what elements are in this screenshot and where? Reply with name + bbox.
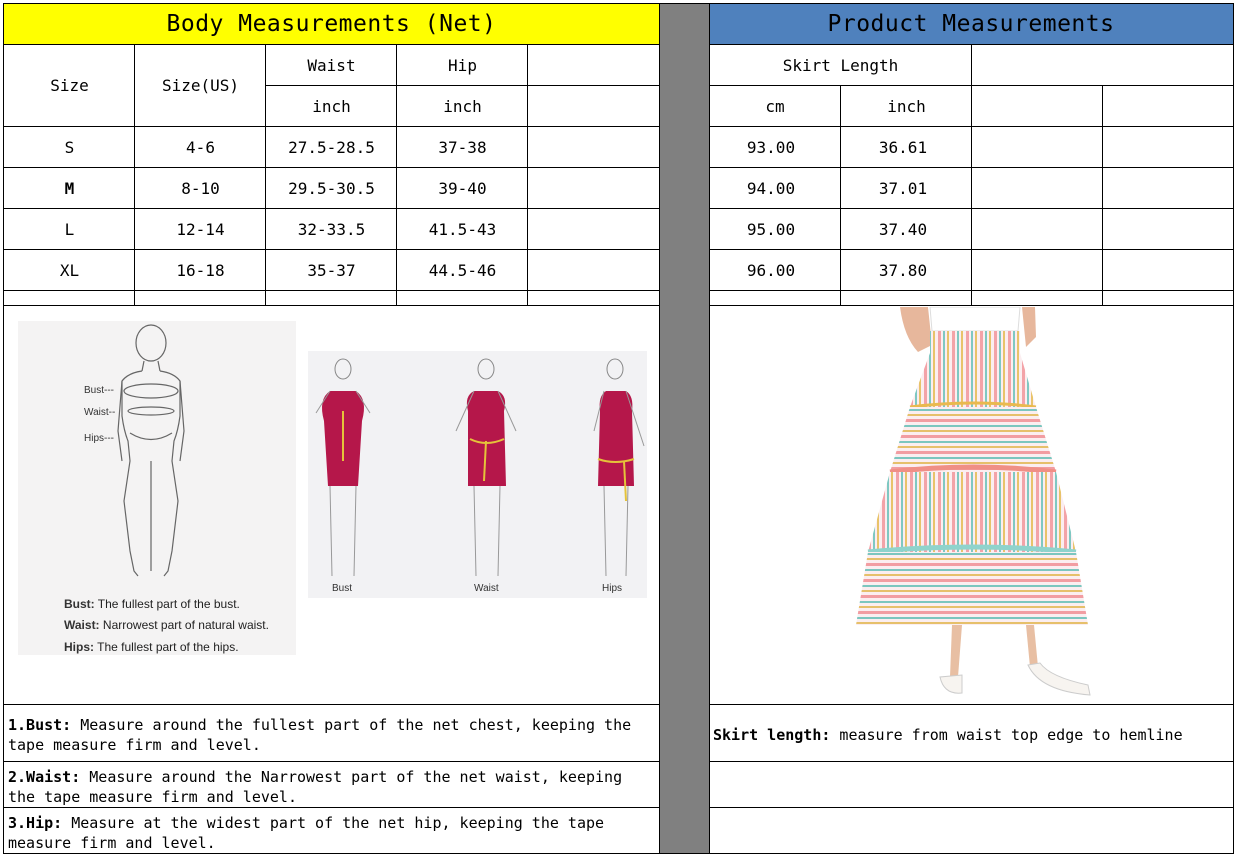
row-m-waist: 29.5-30.5: [288, 179, 375, 198]
row-l-inch: 37.40: [878, 220, 928, 239]
unit-hip: inch: [443, 96, 482, 116]
label-bust: Bust---: [84, 385, 114, 396]
note-skirt-length: Skirt length: measure from waist top edg…: [713, 726, 1183, 744]
cap-bust: Bust: The fullest part of the bust.: [64, 597, 240, 611]
label-waist: Waist--: [84, 407, 115, 418]
row-xl-size: XL: [59, 261, 80, 280]
row-xl-hip: 44.5-46: [428, 261, 497, 280]
cap-waist: Waist: Narrowest part of natural waist.: [64, 618, 269, 632]
col-size-header: Size: [50, 76, 89, 95]
divider-column: [659, 4, 709, 854]
row-xl-cm: 96.00: [746, 261, 796, 280]
row-m-size: M: [64, 179, 75, 198]
cap-hips: Hips: The fullest part of the hips.: [64, 640, 239, 654]
product-measurements-title: Product Measurements: [827, 11, 1115, 37]
col-hip-header: Hip: [448, 55, 477, 75]
dress-figures-svg: Bust Waist Hips: [315, 358, 645, 594]
row-l-cm: 95.00: [746, 220, 796, 239]
row-m-us: 8-10: [181, 179, 220, 198]
row-xl-inch: 37.80: [878, 261, 928, 280]
col-size-us-header: Size(US): [161, 76, 240, 95]
col-skirt-length-header: Skirt Length: [782, 55, 899, 75]
row-m-hip: 39-40: [438, 179, 487, 198]
row-s-size: S: [64, 138, 75, 157]
dress-label-waist: Waist: [474, 583, 499, 594]
row-l-us: 12-14: [176, 220, 225, 239]
row-m-inch: 37.01: [878, 179, 928, 198]
unit-inch: inch: [887, 96, 926, 116]
body-figure-panel: Bust--- Waist-- Hips--- Bust: The fulles…: [18, 321, 296, 655]
row-s-cm: 93.00: [746, 138, 796, 157]
row-s-us: 4-6: [186, 138, 215, 157]
dress-label-bust: Bust: [332, 583, 352, 594]
skirt-product-image: [840, 306, 1100, 702]
row-l-size: L: [64, 220, 75, 239]
row-l-waist: 32-33.5: [297, 220, 366, 239]
note-bust: 1.Bust: Measure around the fullest part …: [8, 716, 632, 754]
dress-label-hips: Hips: [602, 583, 622, 594]
row-m-cm: 94.00: [746, 179, 796, 198]
label-hips: Hips---: [84, 433, 114, 444]
row-l-hip: 41.5-43: [428, 220, 497, 239]
unit-cm: cm: [765, 96, 785, 116]
note-waist: 2.Waist: Measure around the Narrowest pa…: [8, 768, 623, 806]
skirt-svg: [856, 306, 1091, 696]
unit-waist: inch: [312, 96, 351, 116]
row-s-waist: 27.5-28.5: [288, 138, 375, 157]
row-s-hip: 37-38: [438, 138, 487, 157]
note-hip: 3.Hip: Measure at the widest part of the…: [8, 814, 605, 852]
dress-figures-panel: Bust Waist Hips: [308, 351, 647, 598]
row-xl-waist: 35-37: [307, 261, 356, 280]
body-measurements-title: Body Measurements (Net): [166, 11, 497, 37]
col-waist-header: Waist: [307, 55, 356, 75]
row-s-inch: 36.61: [878, 138, 928, 157]
row-xl-us: 16-18: [176, 261, 225, 280]
